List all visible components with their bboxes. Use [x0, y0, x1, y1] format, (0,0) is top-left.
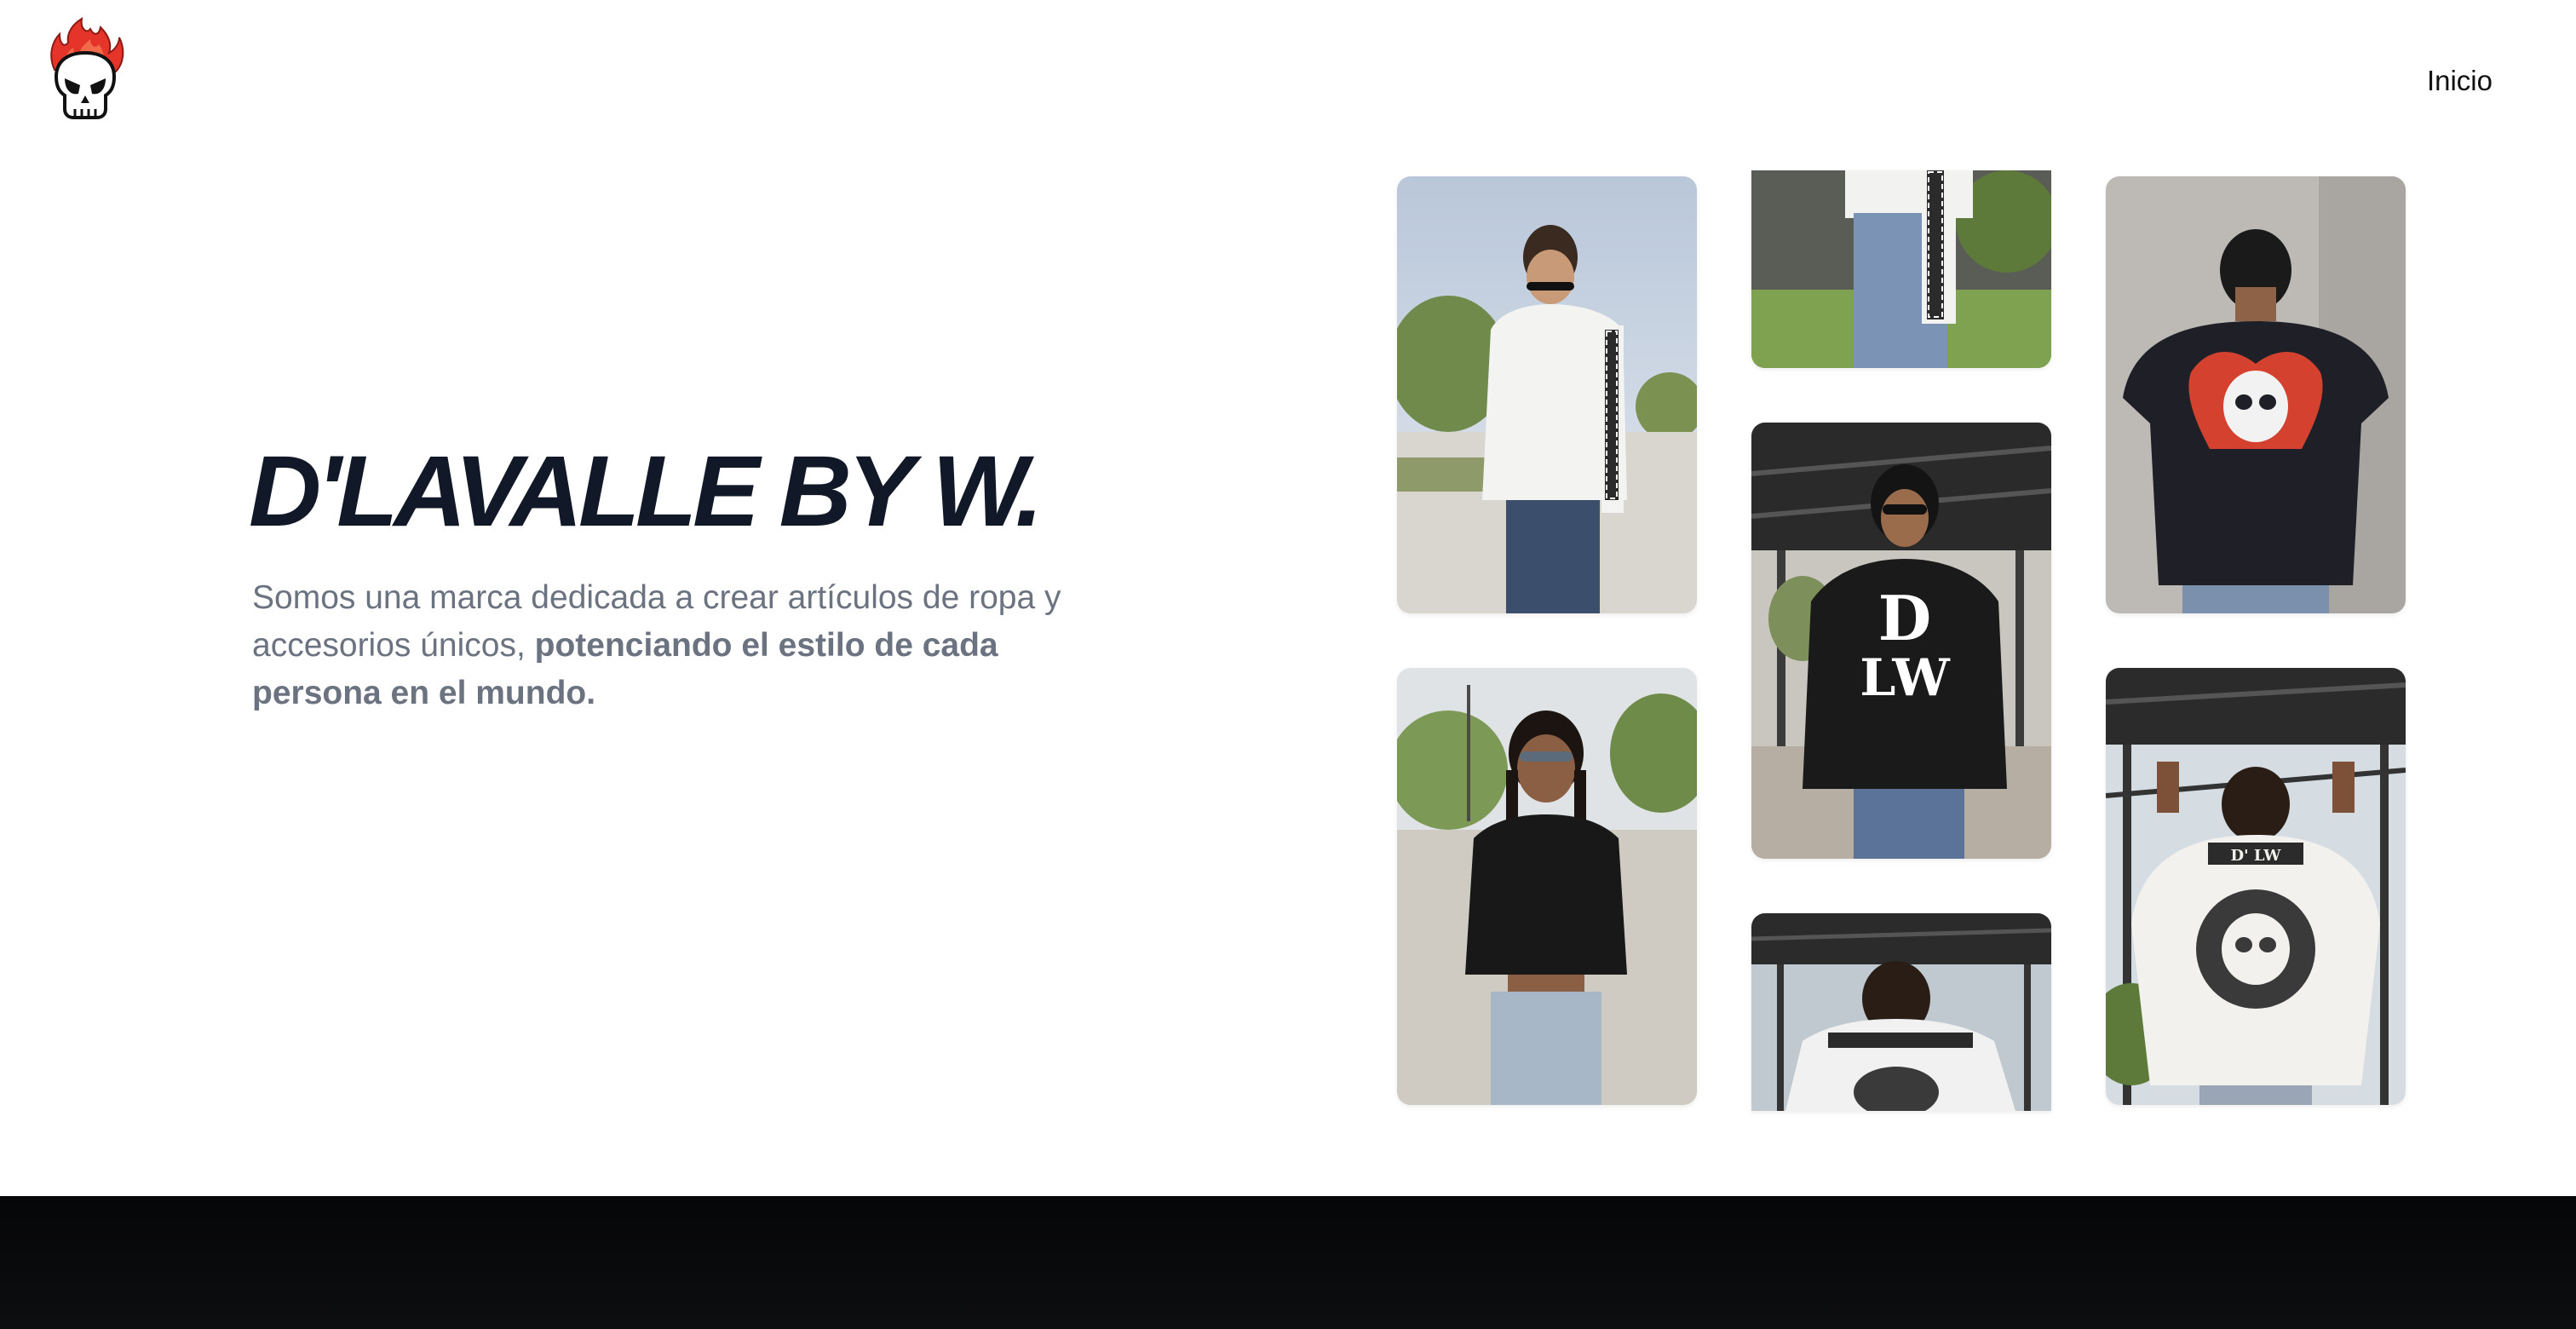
photo-white-hoodie-back-partial — [1751, 913, 2051, 1111]
footer-band — [0, 1196, 2576, 1329]
page: Inicio D'LAVALLE BY W. Somos una marca d… — [0, 0, 2576, 1329]
svg-text:D: D — [1878, 582, 1931, 654]
nav-link-inicio[interactable]: Inicio — [2427, 66, 2493, 95]
photo-black-hoodie-dl: D LW — [1751, 423, 2051, 859]
svg-text:LW: LW — [1860, 648, 1951, 708]
photo-white-sleeve-detail — [1751, 170, 2051, 368]
photo-white-hoodie-back-skull: D' LW — [2106, 668, 2406, 1105]
flaming-skull-icon — [50, 17, 124, 119]
hero-title: D'LAVALLE BY W. — [249, 435, 1044, 548]
svg-text:D' LW: D' LW — [2230, 847, 2281, 865]
photo-black-crop-top — [1397, 668, 1697, 1105]
flaming-skull-logo[interactable] — [44, 17, 126, 128]
photo-white-longsleeve-greek-key — [1397, 176, 1697, 613]
photo-black-tee-red-skull — [2106, 176, 2406, 613]
hero-description: Somos una marca dedicada a crear artícul… — [252, 574, 1095, 717]
